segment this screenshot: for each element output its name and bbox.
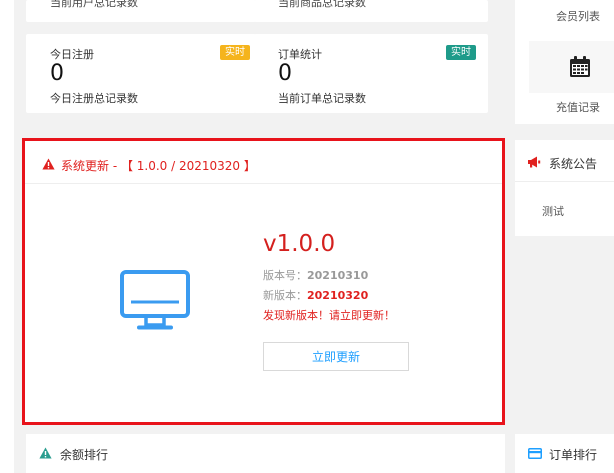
realtime-badge: 实时 [446, 45, 476, 60]
stat-desc-users: 当前用户总记录数 [50, 0, 138, 9]
member-list-link[interactable]: 会员列表 [556, 8, 600, 24]
build-number-label: 版本号： [263, 269, 307, 282]
order-rank-panel: 订单排行 [515, 434, 614, 473]
monitor-icon [120, 270, 190, 330]
megaphone-icon [528, 156, 541, 168]
new-version-value: 20210320 [307, 289, 369, 302]
stat-card-orders[interactable]: 订单统计 实时 0 当前订单总记录数 [254, 34, 488, 113]
update-notice: 发现新版本！请立即更新！ [263, 309, 395, 322]
warning-triangle-icon [39, 447, 52, 459]
credit-card-icon [528, 448, 542, 459]
warning-triangle-icon [42, 158, 55, 170]
notice-item[interactable]: 测试 [542, 203, 564, 219]
balance-rank-title: 余额排行 [60, 448, 109, 462]
stat-card-today-register[interactable]: 今日注册 实时 0 今日注册总记录数 [26, 34, 256, 113]
dashboard-page: 当前用户总记录数 当前商品总记录数 今日注册 实时 0 今日注册总记录数 订单统… [0, 0, 614, 473]
system-notice-panel: 系统公告 测试 [515, 140, 614, 236]
build-number-line: 版本号：20210310 [263, 267, 368, 283]
build-number-value: 20210310 [307, 269, 369, 282]
recharge-record-tile[interactable] [529, 41, 614, 93]
stat-desc-orders: 当前订单总记录数 [278, 92, 366, 105]
update-title: 系统更新 - 【 1.0.0 / 20210320 】 [61, 159, 256, 173]
left-strip [0, 0, 14, 473]
realtime-badge: 实时 [220, 45, 250, 60]
stat-title-today-register: 今日注册 [50, 48, 94, 61]
recharge-record-label[interactable]: 充值记录 [556, 99, 600, 115]
stat-desc-products: 当前商品总记录数 [278, 0, 366, 9]
system-update-panel: 系统更新 - 【 1.0.0 / 20210320 】 v1.0.0 版本号：2… [22, 138, 505, 425]
new-version-label: 新版本： [263, 289, 307, 302]
current-version: v1.0.0 [263, 231, 336, 257]
notice-title: 系统公告 [549, 157, 598, 171]
update-header: 系统更新 - 【 1.0.0 / 20210320 】 [25, 141, 502, 184]
stat-value-orders: 0 [278, 61, 292, 86]
stat-desc-today-register: 今日注册总记录数 [50, 92, 138, 105]
balance-rank-panel: 余额排行 [26, 434, 505, 473]
notice-header: 系统公告 [515, 140, 614, 182]
update-now-button[interactable]: 立即更新 [263, 342, 409, 371]
order-rank-title: 订单排行 [549, 448, 598, 462]
stat-title-orders: 订单统计 [278, 48, 322, 61]
stat-value-today-register: 0 [50, 61, 64, 86]
new-version-line: 新版本：20210320 [263, 287, 368, 303]
calendar-icon [570, 56, 590, 77]
stat-card-users: 当前用户总记录数 [26, 0, 256, 22]
stat-card-products: 当前商品总记录数 [254, 0, 488, 22]
